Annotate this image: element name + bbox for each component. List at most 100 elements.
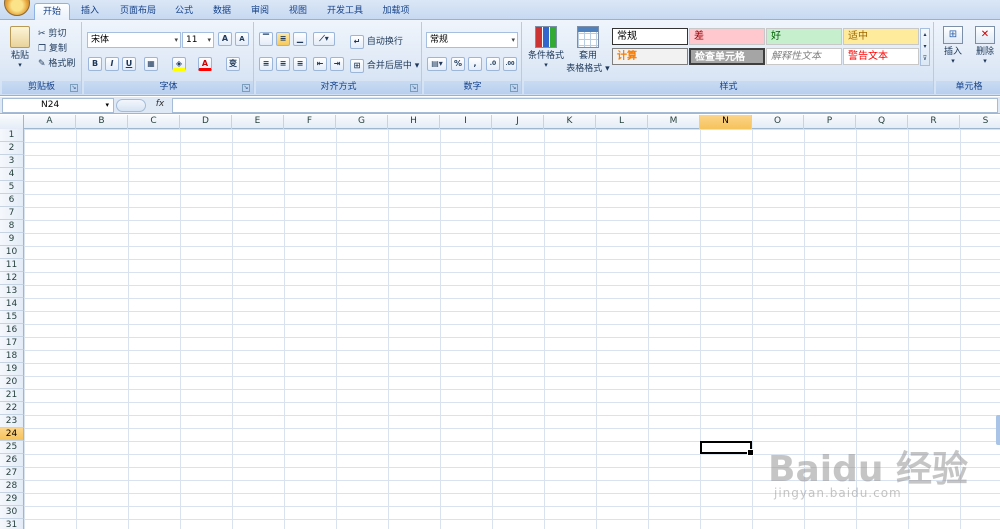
font-name-select[interactable]: 宋体 ▾ (87, 32, 181, 48)
format-painter-button[interactable]: ✎ 格式刷 (38, 56, 75, 69)
row-header-4[interactable]: 4 (0, 168, 24, 181)
row-header-28[interactable]: 28 (0, 480, 24, 493)
tab-page-layout[interactable]: 页面布局 (112, 3, 164, 20)
font-size-select[interactable]: 11 ▾ (182, 32, 214, 48)
insert-function-icon[interactable]: fx (150, 98, 170, 113)
column-header-a[interactable]: A (24, 115, 76, 129)
row-header-15[interactable]: 15 (0, 311, 24, 324)
row-header-10[interactable]: 10 (0, 246, 24, 259)
row-header-19[interactable]: 19 (0, 363, 24, 376)
row-header-13[interactable]: 13 (0, 285, 24, 298)
row-header-30[interactable]: 30 (0, 506, 24, 519)
row-header-26[interactable]: 26 (0, 454, 24, 467)
row-header-20[interactable]: 20 (0, 376, 24, 389)
row-header-23[interactable]: 23 (0, 415, 24, 428)
office-button[interactable] (4, 0, 30, 16)
tab-developer[interactable]: 开发工具 (318, 3, 372, 20)
row-header-21[interactable]: 21 (0, 389, 24, 402)
increase-indent-button[interactable]: ⇥ (330, 57, 344, 71)
tab-formulas[interactable]: 公式 (166, 3, 202, 20)
style-normal[interactable]: 常规 (612, 28, 688, 45)
font-color-button[interactable]: A (198, 57, 212, 71)
paste-button[interactable]: 粘贴 ▾ (8, 26, 32, 69)
wrap-text-button[interactable]: ↵ 自动换行 (350, 34, 403, 49)
row-header-18[interactable]: 18 (0, 350, 24, 363)
row-header-3[interactable]: 3 (0, 155, 24, 168)
row-header-11[interactable]: 11 (0, 259, 24, 272)
accounting-button[interactable]: ▤▾ (427, 57, 447, 71)
tab-data[interactable]: 数据 (204, 3, 240, 20)
column-header-q[interactable]: Q (856, 115, 908, 129)
decrease-decimal-button[interactable]: .00 (503, 57, 517, 71)
column-header-j[interactable]: J (492, 115, 544, 129)
row-header-1[interactable]: 1 (0, 129, 24, 142)
bold-button[interactable]: B (88, 57, 102, 71)
column-header-i[interactable]: I (440, 115, 492, 129)
increase-decimal-button[interactable]: .0 (486, 57, 500, 71)
gallery-scroll[interactable]: ▴ ▾ ⊽ (920, 28, 930, 66)
row-header-5[interactable]: 5 (0, 181, 24, 194)
tab-review[interactable]: 审阅 (242, 3, 278, 20)
row-header-14[interactable]: 14 (0, 298, 24, 311)
align-bottom-button[interactable]: ▁ (293, 32, 307, 46)
column-header-l[interactable]: L (596, 115, 648, 129)
align-right-button[interactable]: ≡ (293, 57, 307, 71)
column-header-p[interactable]: P (804, 115, 856, 129)
row-header-31[interactable]: 31 (0, 519, 24, 529)
format-as-table-button[interactable]: 套用 表格格式 ▾ (566, 26, 610, 74)
style-neutral[interactable]: 适中 (843, 28, 919, 45)
name-box[interactable]: N24 ▾ (2, 98, 114, 113)
column-header-c[interactable]: C (128, 115, 180, 129)
row-header-8[interactable]: 8 (0, 220, 24, 233)
row-header-6[interactable]: 6 (0, 194, 24, 207)
column-header-g[interactable]: G (336, 115, 388, 129)
row-header-17[interactable]: 17 (0, 337, 24, 350)
fill-color-button[interactable]: ◈ (172, 57, 186, 71)
column-header-s[interactable]: S (960, 115, 1000, 129)
row-header-2[interactable]: 2 (0, 142, 24, 155)
formula-expand-handle[interactable] (116, 99, 146, 112)
column-header-k[interactable]: K (544, 115, 596, 129)
align-left-button[interactable]: ≡ (259, 57, 273, 71)
borders-button[interactable]: ▦ (144, 57, 158, 71)
align-middle-button[interactable]: ≡ (276, 32, 290, 46)
delete-cells-button[interactable]: ✕ 删除 ▾ (970, 26, 1000, 65)
column-header-b[interactable]: B (76, 115, 128, 129)
row-header-12[interactable]: 12 (0, 272, 24, 285)
conditional-format-button[interactable]: 条件格式 ▾ (526, 26, 566, 69)
style-good[interactable]: 好 (766, 28, 842, 45)
column-header-r[interactable]: R (908, 115, 960, 129)
tab-addins[interactable]: 加载项 (374, 3, 418, 20)
dialog-launcher-icon[interactable]: ↘ (410, 84, 418, 92)
tab-view[interactable]: 视图 (280, 3, 316, 20)
row-header-16[interactable]: 16 (0, 324, 24, 337)
insert-cells-button[interactable]: ⊞ 插入 ▾ (938, 26, 968, 65)
dialog-launcher-icon[interactable]: ↘ (242, 84, 250, 92)
tab-insert[interactable]: 插入 (72, 3, 108, 20)
column-header-e[interactable]: E (232, 115, 284, 129)
dialog-launcher-icon[interactable]: ↘ (510, 84, 518, 92)
column-header-n[interactable]: N (700, 115, 752, 129)
row-header-7[interactable]: 7 (0, 207, 24, 220)
number-format-select[interactable]: 常规 ▾ (426, 32, 518, 48)
tab-home[interactable]: 开始 (34, 3, 70, 21)
italic-button[interactable]: I (105, 57, 119, 71)
align-top-button[interactable]: ▔ (259, 32, 273, 46)
comma-button[interactable]: , (468, 57, 482, 71)
decrease-indent-button[interactable]: ⇤ (313, 57, 327, 71)
style-bad[interactable]: 差 (689, 28, 765, 45)
column-header-m[interactable]: M (648, 115, 700, 129)
style-warning[interactable]: 警告文本 (843, 48, 919, 65)
row-header-25[interactable]: 25 (0, 441, 24, 454)
row-header-22[interactable]: 22 (0, 402, 24, 415)
select-all-corner[interactable] (0, 115, 24, 129)
grow-font-button[interactable]: A (218, 32, 232, 46)
style-explanatory[interactable]: 解释性文本 (766, 48, 842, 65)
copy-button[interactable]: ❐ 复制 (38, 41, 67, 54)
row-header-27[interactable]: 27 (0, 467, 24, 480)
active-cell-n24[interactable] (700, 441, 754, 456)
column-header-d[interactable]: D (180, 115, 232, 129)
dialog-launcher-icon[interactable]: ↘ (70, 84, 78, 92)
align-center-button[interactable]: ≡ (276, 57, 290, 71)
row-header-29[interactable]: 29 (0, 493, 24, 506)
